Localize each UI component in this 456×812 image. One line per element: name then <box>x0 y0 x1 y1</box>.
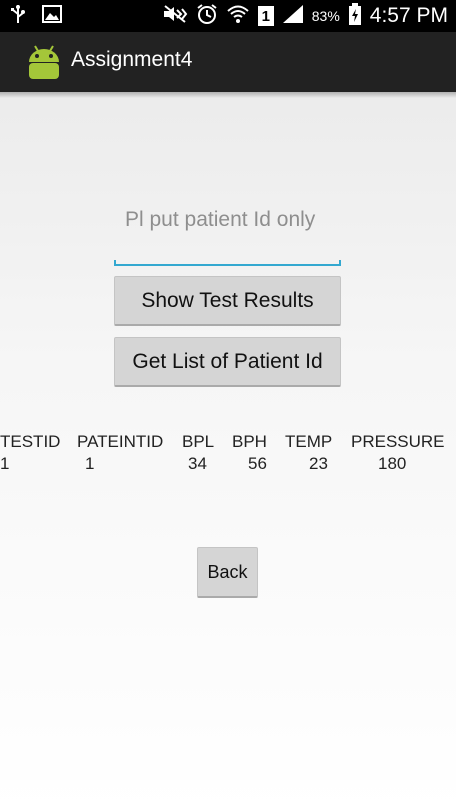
wifi-icon <box>226 4 250 29</box>
header-testid: TESTID <box>0 432 61 451</box>
signal-icon <box>282 4 304 29</box>
status-left-icons <box>10 0 62 32</box>
app-title: Assignment4 <box>71 48 193 71</box>
cell-bpl: 34 <box>188 454 207 473</box>
battery-icon <box>348 2 362 30</box>
sim-icon: 1 <box>257 6 274 26</box>
show-test-results-button[interactable]: Show Test Results <box>114 276 341 326</box>
clock: 4:57 PM <box>369 4 448 27</box>
cell-bph: 56 <box>248 454 267 473</box>
image-icon <box>42 4 62 28</box>
alarm-icon <box>196 3 218 30</box>
status-right-icons: 1 83% 4:57 PM <box>162 0 448 32</box>
action-bar-shadow <box>0 92 456 98</box>
patient-id-placeholder: Pl put patient Id only <box>125 208 316 231</box>
header-temp: TEMP <box>285 432 333 451</box>
sim-badge-label: 1 <box>261 7 270 25</box>
back-button[interactable]: Back <box>197 547 258 598</box>
header-bph: BPH <box>232 432 267 451</box>
get-patient-list-button[interactable]: Get List of Patient Id <box>114 337 341 387</box>
input-underline-left-tick <box>114 260 116 266</box>
cell-temp: 23 <box>309 454 328 473</box>
input-underline-right-tick <box>339 260 341 266</box>
mute-icon <box>162 4 188 29</box>
cell-pateintid: 1 <box>85 454 95 473</box>
cell-pressure: 180 <box>378 454 407 473</box>
usb-icon <box>10 4 26 29</box>
results-table: TESTID PATEINTID BPL BPH TEMP PRESSURE 1… <box>0 430 456 480</box>
status-bar: 1 83% 4:57 PM <box>0 0 456 32</box>
patient-id-input[interactable]: Pl put patient Id only <box>114 204 341 266</box>
battery-percent: 83% <box>311 8 340 24</box>
cell-testid: 1 <box>0 454 10 473</box>
header-pateintid: PATEINTID <box>77 432 164 451</box>
android-icon <box>26 44 62 84</box>
action-bar: Assignment4 <box>0 32 456 92</box>
header-bpl: BPL <box>182 432 215 451</box>
header-pressure: PRESSURE <box>351 432 445 451</box>
